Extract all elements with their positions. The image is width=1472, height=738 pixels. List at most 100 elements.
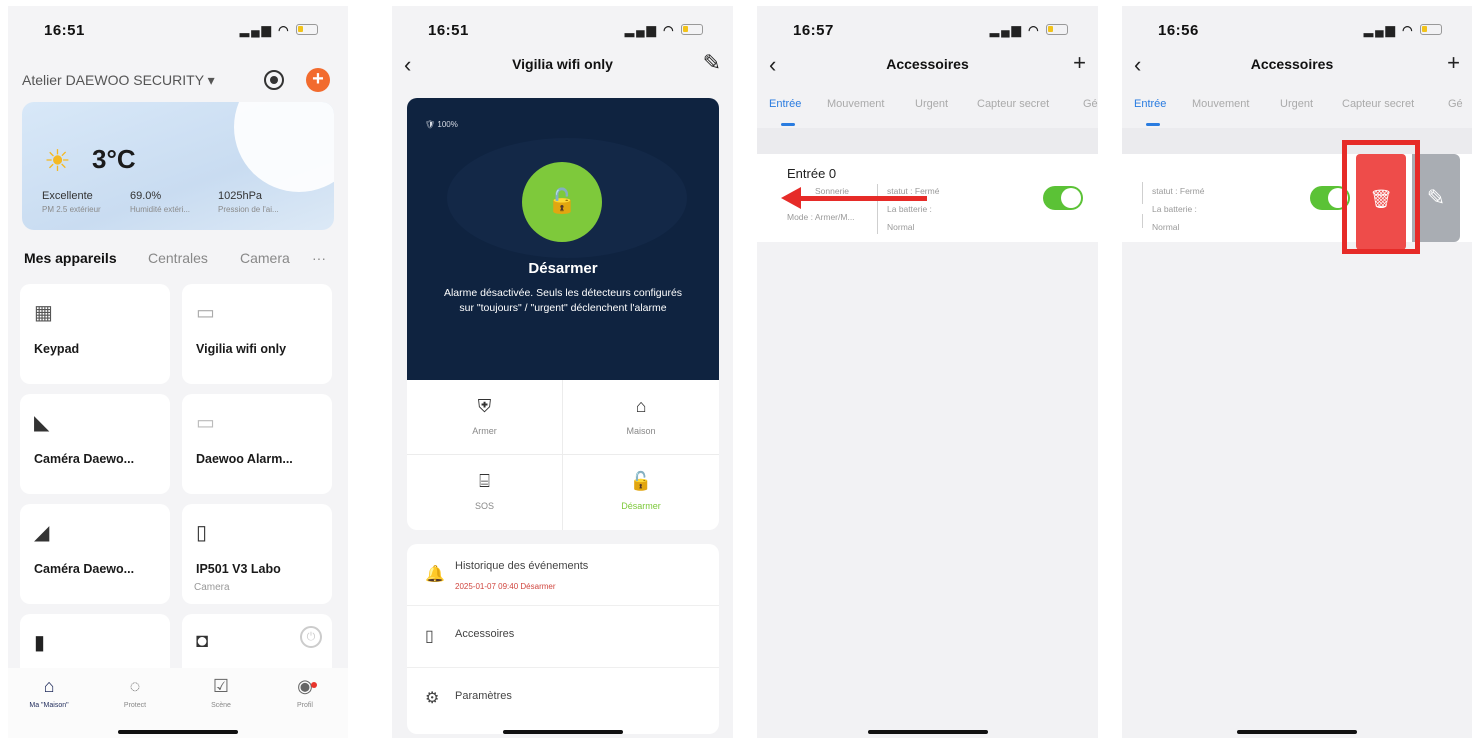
status-time: 16:57	[793, 22, 834, 39]
alarm-status-panel: 🛡 100% 🔓 Désarmer Alarme désactivée. Seu…	[407, 98, 719, 380]
tab-general[interactable]: Gé	[1448, 98, 1463, 110]
mode-desarmer-button[interactable]: 🔓 Désarmer	[563, 455, 719, 530]
accessory-battery-value: Normal	[1152, 222, 1180, 232]
scene-checkbox-icon: ☑	[212, 676, 230, 696]
device-card-ip501[interactable]: ▯ IP501 V3 Labo Camera	[182, 504, 332, 604]
tab-entree[interactable]: Entrée	[1134, 98, 1166, 110]
device-screen: 16:51 ▂▄▆ ◠ ‹ Vigilia wifi only ✎ 🛡 100%…	[392, 6, 733, 738]
divider	[1142, 214, 1143, 228]
home-indicator	[118, 730, 238, 734]
home-icon: ⌂	[43, 676, 55, 696]
sensor-icon: ▮	[34, 632, 46, 654]
tab-protect[interactable]: ◌ Protect	[100, 676, 170, 709]
edit-pencil-icon[interactable]: ✎	[703, 50, 721, 76]
home-indicator	[867, 730, 988, 734]
swipe-arrow-head	[781, 187, 801, 209]
camera-device-icon: ◢	[34, 522, 50, 544]
delete-highlight-frame	[1342, 140, 1420, 254]
device-type: Camera	[194, 582, 230, 593]
add-icon[interactable]: +	[1447, 50, 1460, 76]
status-icons: ▂▄▆ ◠	[1364, 23, 1442, 37]
tab-capteur-secret[interactable]: Capteur secret	[977, 98, 1049, 110]
accessory-mode: Mode : Armer/M...	[787, 212, 855, 222]
weather-stat-pm25: Excellente PM 2.5 extérieur	[42, 190, 101, 214]
shield-check-icon: ⛨	[477, 396, 492, 416]
status-bar: 16:51 ▂▄▆ ◠	[392, 20, 733, 42]
tab-capteur-secret[interactable]: Capteur secret	[1342, 98, 1414, 110]
active-tab-underline	[781, 123, 795, 126]
page-title: Accessoires	[1250, 56, 1334, 72]
mode-maison-button[interactable]: ⌂ Maison	[563, 380, 719, 455]
status-bar: 16:51 ▂▄▆ ◠	[8, 20, 348, 42]
indoor-camera-icon: ▯	[196, 522, 208, 544]
tab-entree[interactable]: Entrée	[769, 98, 801, 110]
menu-item-history[interactable]: 🔔 Historique des événements 2025-01-07 0…	[407, 544, 719, 606]
mode-sos-button[interactable]: ⌸ SOS	[407, 455, 563, 530]
sos-icon: ⌸	[479, 471, 490, 491]
device-card-daewoo-alarm[interactable]: ▭ Daewoo Alarm...	[182, 394, 332, 494]
mode-grid: ⛨ Armer ⌂ Maison ⌸ SOS 🔓 Désarmer	[407, 380, 719, 530]
active-tab-underline	[1146, 123, 1160, 126]
tab-centrales[interactable]: Centrales	[148, 250, 208, 266]
tab-mouvement[interactable]: Mouvement	[1192, 98, 1249, 110]
device-name: Daewoo Alarm...	[196, 452, 293, 466]
status-bar: 16:57 ▂▄▆ ◠	[757, 20, 1098, 42]
accessory-type-tabs: Entrée Mouvement Urgent Capteur secret G…	[1122, 98, 1472, 128]
alarm-state-label: Désarmer	[528, 260, 598, 277]
accessory-sonnerie: Sonnerie	[815, 186, 850, 196]
pencil-icon: ✎	[1426, 185, 1446, 210]
sun-icon: ☀	[44, 145, 71, 178]
home-screen: 16:51 ▂▄▆ ◠ Atelier DAEWOO SECURITY ▾ + …	[8, 6, 348, 738]
status-icons: ▂▄▆ ◠	[625, 23, 703, 37]
unlock-icon[interactable]: 🔓	[522, 162, 602, 242]
tab-profile[interactable]: ◉ Profil	[270, 676, 340, 709]
accessory-status: statut : Fermé	[887, 186, 940, 196]
tab-urgent[interactable]: Urgent	[1280, 98, 1313, 110]
device-menu: 🔔 Historique des événements 2025-01-07 0…	[407, 544, 719, 734]
tab-scene[interactable]: ☑ Scène	[186, 676, 256, 709]
weather-stat-pressure: 1025hPa Pression de l'ai...	[218, 190, 279, 214]
device-card-keypad[interactable]: ▦ Keypad	[20, 284, 170, 384]
tab-camera[interactable]: Camera	[240, 250, 290, 266]
tab-mes-appareils[interactable]: Mes appareils	[24, 250, 117, 266]
accessories-screen: 16:57 ▂▄▆ ◠ ‹ Accessoires + Entrée Mouve…	[757, 6, 1098, 738]
camera-device-icon: ◣	[34, 412, 50, 434]
alarm-description: Alarme désactivée. Seuls les détecteurs …	[443, 287, 683, 314]
weather-card[interactable]: ☀ 3°C Excellente PM 2.5 extérieur 69.0% …	[22, 102, 334, 230]
home-indicator	[1237, 730, 1357, 734]
device-name: IP501 V3 Labo	[196, 562, 281, 576]
device-card-vigilia[interactable]: ▭ Vigilia wifi only	[182, 284, 332, 384]
device-tabs: Mes appareils Centrales Camera ···	[24, 248, 334, 272]
page-title: Accessoires	[886, 56, 969, 72]
menu-item-parametres[interactable]: ⚙ Paramètres	[407, 668, 719, 730]
house-icon: ⌂	[635, 396, 647, 416]
status-time: 16:51	[44, 22, 85, 39]
accessory-battery-label: La batterie :	[1152, 204, 1197, 214]
accessory-toggle[interactable]	[1043, 186, 1083, 210]
sensor-icon: ▭	[196, 412, 215, 434]
gear-icon: ⚙	[425, 690, 440, 707]
nav-header: ‹ Accessoires +	[757, 50, 1098, 86]
tab-home[interactable]: ⌂ Ma "Maison"	[14, 676, 84, 709]
menu-item-accessoires[interactable]: ▯ Accessoires	[407, 606, 719, 668]
profile-icon: ◉	[297, 676, 313, 696]
power-icon[interactable]: ⏻	[300, 626, 322, 648]
device-card-camera-2[interactable]: ◢ Caméra Daewo...	[20, 504, 170, 604]
add-device-button[interactable]: +	[306, 68, 330, 92]
tab-general[interactable]: Gé	[1083, 98, 1098, 110]
mode-armer-button[interactable]: ⛨ Armer	[407, 380, 563, 455]
tab-mouvement[interactable]: Mouvement	[827, 98, 884, 110]
status-icons: ▂▄▆ ◠	[240, 23, 318, 37]
add-icon[interactable]: +	[1073, 50, 1086, 76]
home-selector[interactable]: Atelier DAEWOO SECURITY ▾	[22, 72, 215, 89]
device-name: Caméra Daewo...	[34, 452, 135, 466]
accessories-swiped-screen: 16:56 ▂▄▆ ◠ ‹ Accessoires + Entrée Mouve…	[1122, 6, 1472, 738]
battery-level: 🛡 100%	[425, 120, 458, 129]
divider	[1142, 182, 1143, 204]
camera-icon[interactable]	[264, 70, 284, 90]
more-tabs-button[interactable]: ···	[312, 250, 326, 266]
battery-icon	[681, 24, 703, 35]
battery-icon	[296, 24, 318, 35]
tab-urgent[interactable]: Urgent	[915, 98, 948, 110]
device-card-camera-1[interactable]: ◣ Caméra Daewo...	[20, 394, 170, 494]
